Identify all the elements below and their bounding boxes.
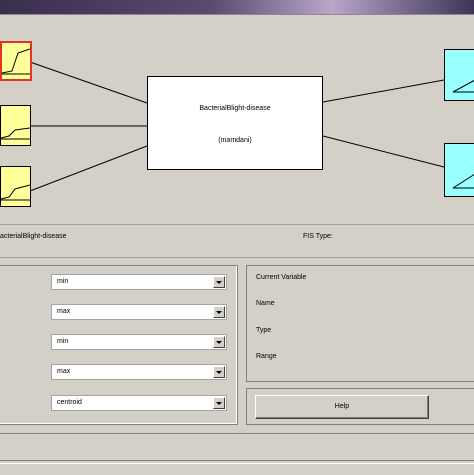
membership-function-curve-icon bbox=[1, 127, 30, 140]
fis-system-block[interactable]: BacterialBlight-disease (mamdani) bbox=[147, 76, 323, 170]
variable-type-label: Type bbox=[256, 327, 272, 334]
implication-select[interactable]: min bbox=[51, 334, 227, 350]
chevron-down-icon[interactable] bbox=[213, 276, 225, 288]
status-bar bbox=[0, 433, 474, 461]
fis-name-value: acterialBlight-disease bbox=[0, 233, 67, 240]
triangle-membership-icon bbox=[452, 174, 474, 189]
and-method-select[interactable]: min bbox=[51, 274, 227, 290]
membership-function-curve-icon bbox=[2, 48, 30, 75]
help-panel: Help bbox=[246, 388, 474, 425]
variable-name-label: Name bbox=[256, 300, 275, 307]
connector-input1 bbox=[29, 61, 148, 104]
fis-diagram: BacterialBlight-disease (mamdani) bbox=[0, 14, 474, 223]
aggregation-select[interactable]: max bbox=[51, 364, 227, 380]
chevron-down-icon[interactable] bbox=[213, 366, 225, 378]
fis-type-label: FIS Type: bbox=[303, 233, 333, 240]
or-method-value: max bbox=[57, 308, 71, 315]
connector-input3 bbox=[29, 145, 148, 192]
variable-range-label: Range bbox=[256, 353, 277, 360]
defuzzification-select[interactable]: centroid bbox=[51, 395, 227, 411]
input-variable-3[interactable] bbox=[0, 166, 31, 207]
defuzzification-value: centroid bbox=[57, 399, 82, 406]
input-variable-2[interactable] bbox=[0, 105, 31, 146]
bottom-strip bbox=[0, 463, 474, 475]
methods-panel: min max min max centroid bbox=[0, 265, 238, 425]
connector-output1 bbox=[322, 79, 445, 103]
aggregation-value: max bbox=[57, 368, 71, 375]
chevron-down-icon[interactable] bbox=[213, 306, 225, 318]
triangle-membership-icon bbox=[452, 79, 474, 93]
output-variable-2[interactable] bbox=[444, 143, 474, 197]
current-variable-panel: Current Variable Name Type Range bbox=[246, 265, 474, 382]
current-variable-label: Current Variable bbox=[256, 274, 307, 281]
window-title-bar bbox=[0, 0, 474, 14]
and-method-value: min bbox=[57, 278, 69, 285]
implication-value: min bbox=[57, 338, 69, 345]
output-variable-1[interactable] bbox=[444, 49, 474, 101]
fis-info-bar: acterialBlight-disease FIS Type: bbox=[0, 224, 474, 258]
system-name: BacterialBlight-disease bbox=[199, 105, 271, 112]
system-type: (mamdani) bbox=[218, 137, 252, 144]
membership-function-curve-icon bbox=[1, 184, 30, 201]
help-button[interactable]: Help bbox=[255, 395, 429, 419]
chevron-down-icon[interactable] bbox=[213, 336, 225, 348]
input-variable-1[interactable] bbox=[0, 41, 32, 81]
chevron-down-icon[interactable] bbox=[213, 397, 225, 409]
or-method-select[interactable]: max bbox=[51, 304, 227, 320]
connector-output2 bbox=[322, 135, 445, 168]
